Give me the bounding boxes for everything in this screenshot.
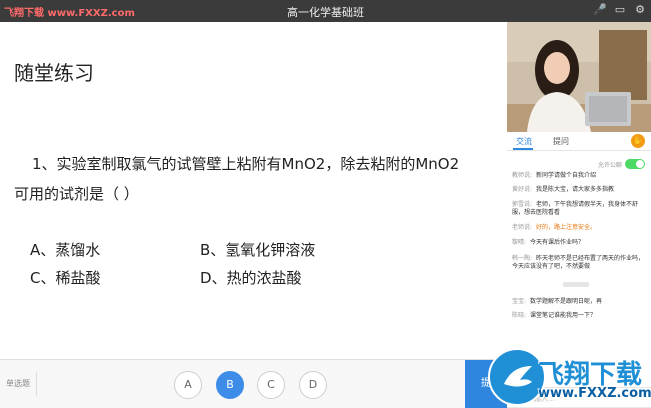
- system-notice: [563, 282, 589, 287]
- chat-tabs: 交流 提问 ✋: [507, 132, 651, 151]
- watermark-logo: 飞翔下载 www.FXXZ.com: [488, 342, 651, 407]
- answer-bar: 单选题 A B C D 提: [0, 359, 507, 408]
- chat-message: 韩一陶: 昨天老师不是已经布置了两天的作业吗，今天应该没有了吧，不然要做: [512, 255, 645, 270]
- option-b: B、氢氧化钾溶液: [200, 241, 316, 259]
- slide-title: 随堂练习: [14, 61, 94, 85]
- option-a: A、蒸馏水: [30, 241, 101, 259]
- chat-message: 教师说: 新同学请做个自我介绍: [512, 172, 597, 179]
- raise-hand-icon[interactable]: ✋: [631, 134, 645, 148]
- teacher-video: [507, 22, 651, 132]
- title-bar-icons: 🎤 ▭ ⚙: [593, 3, 647, 17]
- settings-icon[interactable]: ⚙: [633, 3, 647, 17]
- logo-url: www.FXXZ.com: [538, 386, 651, 401]
- tab-chat[interactable]: 交流: [516, 136, 532, 147]
- public-chat-label: 允许公聊: [597, 161, 622, 169]
- screen-icon[interactable]: ▭: [613, 3, 627, 17]
- chat-message: 黄好说: 我是陈大宝，请大家多多指教: [512, 186, 615, 193]
- class-title: 高一化学基础班: [287, 6, 364, 19]
- answer-choice-b[interactable]: B: [216, 371, 244, 399]
- chat-message: 黎晴: 今天有课后作业吗？: [512, 239, 585, 246]
- chat-message: 陈晓: 课堂笔记谁能我用一下？: [512, 312, 597, 319]
- public-chat-toggle-row: 允许公聊: [598, 159, 645, 169]
- tab-questions[interactable]: 提问: [553, 136, 569, 147]
- question-text: 1、实验室制取氯气的试管壁上粘附有MnO2，除去粘附的MnO2: [32, 155, 460, 173]
- title-bar: 飞翔下载 www.FXXZ.com 高一化学基础班 🎤 ▭ ⚙: [0, 0, 651, 22]
- chat-message: 宝宝: 数学题解不是跟明日呢，再: [512, 298, 603, 305]
- question-type: 单选题: [6, 379, 30, 388]
- chat-message: 郭雪说: 老师，下午我想请假半天，我身体不舒服，想去医院看看: [512, 201, 639, 216]
- option-c: C、稀盐酸: [30, 269, 101, 287]
- public-chat-toggle[interactable]: [625, 159, 645, 169]
- divider: [36, 372, 37, 396]
- answer-choice-c[interactable]: C: [257, 371, 285, 399]
- microphone-icon[interactable]: 🎤: [593, 3, 607, 17]
- answer-choice-a[interactable]: A: [174, 371, 202, 399]
- option-d: D、热的浓盐酸: [200, 269, 302, 287]
- answer-choice-d[interactable]: D: [299, 371, 327, 399]
- active-tab-indicator: [513, 148, 533, 150]
- slide-panel: 随堂练习 1、实验室制取氯气的试管壁上粘附有MnO2，除去粘附的MnO2 可用的…: [0, 22, 507, 359]
- question-text-cont: 可用的试剂是（ ）: [14, 185, 139, 203]
- chat-message: 老师说: 好的，路上注意安全。: [512, 224, 597, 231]
- teacher-video-frame: [507, 22, 651, 132]
